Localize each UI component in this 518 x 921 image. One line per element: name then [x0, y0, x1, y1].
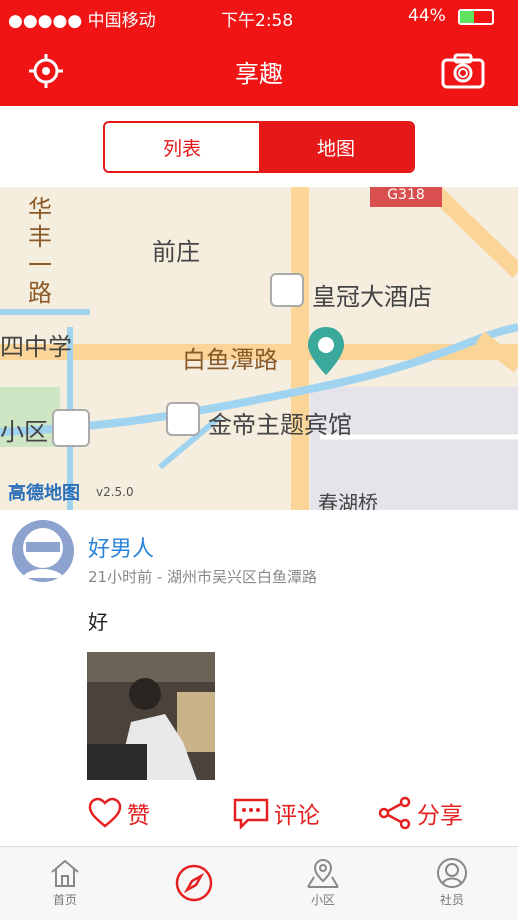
- view-segmented-control: 列表 地图: [103, 121, 415, 173]
- post-photo[interactable]: [87, 652, 215, 780]
- tab-community[interactable]: 小区: [273, 847, 373, 921]
- road-shield: G318: [370, 187, 442, 207]
- hotel-icon: [166, 402, 200, 436]
- like-button[interactable]: 赞: [87, 796, 150, 830]
- battery-icon: [458, 9, 494, 25]
- avatar[interactable]: [12, 520, 74, 582]
- share-button[interactable]: 分享: [377, 796, 463, 830]
- member-icon: [437, 858, 467, 888]
- map-label-school: 四中学: [0, 333, 72, 361]
- clock: 下午2:58: [221, 11, 294, 31]
- camera-button[interactable]: [440, 52, 486, 90]
- compass-icon: [175, 864, 213, 902]
- hotel-icon: [270, 273, 304, 307]
- tab-members[interactable]: 社员: [402, 847, 502, 921]
- map-view[interactable]: 华丰一路 前庄 皇冠大酒店 四中学 白鱼潭路 小区 金帝主题宾馆 春湖桥 G31…: [0, 187, 518, 510]
- tab-home[interactable]: 首页: [15, 847, 115, 921]
- status-bar: ●●●●● 中国移动 下午2:58 44%: [0, 0, 518, 32]
- comment-button[interactable]: 评论: [232, 796, 320, 830]
- tab-discover[interactable]: [144, 847, 244, 921]
- map-label-road-2: 白鱼潭路: [182, 346, 278, 374]
- like-label: 赞: [127, 803, 150, 829]
- carrier: ●●●●● 中国移动: [8, 11, 156, 31]
- map-label-place: 前庄: [152, 238, 200, 266]
- map-label-hotel-2: 金帝主题宾馆: [208, 411, 352, 439]
- tab-home-label: 首页: [52, 893, 77, 907]
- share-label: 分享: [417, 803, 463, 829]
- map-version: v2.5.0: [96, 485, 134, 499]
- post-meta: 21小时前 - 湖州市吴兴区白鱼潭路: [88, 568, 318, 586]
- tab-list[interactable]: 列表: [105, 123, 259, 171]
- post-actions: 赞 评论 分享: [0, 790, 518, 840]
- map-pin-icon: [308, 327, 344, 375]
- map-label-road: 华丰一路: [28, 195, 52, 307]
- camera-icon: [441, 53, 485, 89]
- post-photo-image: [87, 652, 215, 780]
- map-pin-icon[interactable]: [306, 325, 346, 381]
- nav-bar: 享趣: [0, 32, 518, 106]
- heart-icon: [88, 797, 122, 828]
- tab-community-label: 小区: [310, 893, 335, 907]
- user-avatar-icon: [12, 520, 74, 582]
- tab-bar: 首页 小区 社员: [0, 846, 518, 920]
- map-label-district: 小区: [0, 418, 48, 446]
- tab-map[interactable]: 地图: [259, 123, 413, 171]
- home-icon: [51, 859, 79, 887]
- tab-members-label: 社员: [439, 893, 464, 907]
- comment-icon: [233, 798, 269, 829]
- post-content: 好: [88, 610, 108, 634]
- share-icon: [378, 796, 411, 830]
- map-pin-icon: [307, 858, 339, 888]
- map-watermark: 高德地图: [8, 483, 80, 504]
- map-label-hotel-1: 皇冠大酒店: [312, 283, 432, 311]
- map-label-bridge: 春湖桥: [318, 491, 378, 510]
- comment-label: 评论: [274, 803, 320, 829]
- post-author-name[interactable]: 好男人: [88, 531, 154, 563]
- home-poi-icon: [52, 409, 90, 447]
- battery-percent: 44%: [408, 6, 446, 26]
